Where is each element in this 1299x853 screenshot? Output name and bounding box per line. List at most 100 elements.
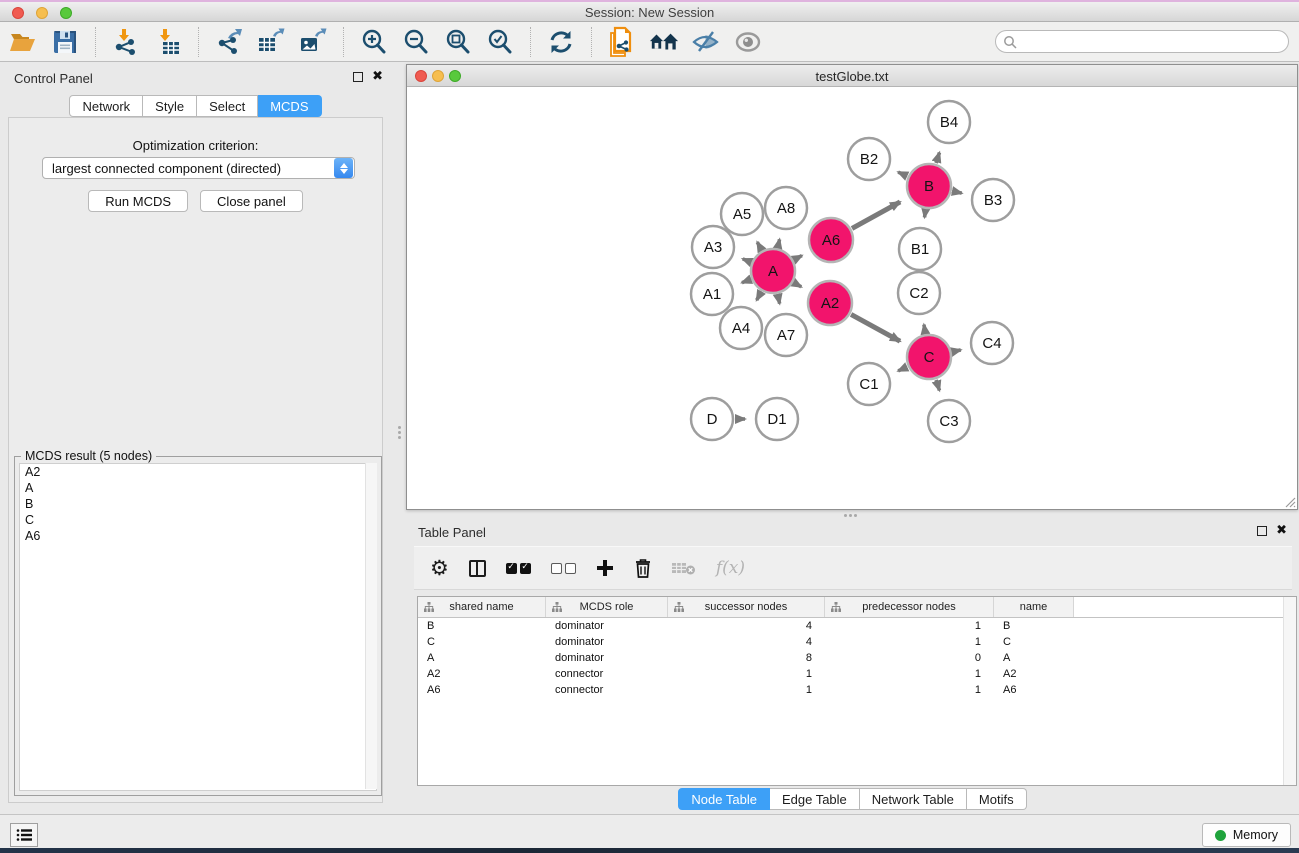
mcds-result-item[interactable]: C bbox=[20, 512, 376, 528]
table-row[interactable]: A2connector11A2 bbox=[418, 666, 1296, 682]
mcds-result-item[interactable]: A bbox=[20, 480, 376, 496]
node-A5[interactable]: A5 bbox=[721, 193, 763, 235]
node-A[interactable]: A bbox=[751, 249, 795, 293]
export-image-icon[interactable] bbox=[298, 27, 328, 57]
export-table-icon[interactable] bbox=[256, 27, 286, 57]
run-mcds-button[interactable]: Run MCDS bbox=[88, 190, 188, 212]
vertical-splitter-handle[interactable] bbox=[396, 424, 402, 440]
edge-A-A6[interactable] bbox=[794, 256, 802, 260]
edge-C-C3[interactable] bbox=[936, 380, 939, 391]
node-A1[interactable]: A1 bbox=[691, 273, 733, 315]
mcds-result-item[interactable]: A6 bbox=[20, 528, 376, 544]
node-C1[interactable]: C1 bbox=[848, 363, 890, 405]
show-column-panel-icon[interactable] bbox=[469, 560, 486, 577]
export-network-icon[interactable] bbox=[214, 27, 244, 57]
show-task-history-button[interactable] bbox=[10, 823, 38, 847]
close-table-panel-icon[interactable]: ✖ bbox=[1276, 526, 1287, 536]
horizontal-splitter-handle[interactable] bbox=[842, 512, 858, 518]
node-A8[interactable]: A8 bbox=[765, 187, 807, 229]
function-builder-icon[interactable]: f(x) bbox=[716, 558, 745, 578]
select-all-columns-icon[interactable] bbox=[506, 563, 531, 574]
network-canvas[interactable]: AA1A2A3A4A5A6A7A8BB1B2B3B4CC1C2C3C4DD1 bbox=[408, 88, 1296, 509]
search-input[interactable] bbox=[1017, 32, 1280, 51]
float-panel-icon[interactable] bbox=[353, 72, 363, 82]
delete-column-icon[interactable] bbox=[634, 558, 652, 578]
edge-A-A7[interactable] bbox=[778, 295, 780, 304]
node-C4[interactable]: C4 bbox=[971, 322, 1013, 364]
node-A3[interactable]: A3 bbox=[692, 226, 734, 268]
close-panel-button[interactable]: Close panel bbox=[200, 190, 303, 212]
edge-A-A5[interactable] bbox=[757, 242, 761, 250]
edge-A2-C[interactable] bbox=[851, 314, 900, 341]
node-A7[interactable]: A7 bbox=[765, 314, 807, 356]
tab-network[interactable]: Network bbox=[69, 95, 143, 117]
column-header-name[interactable]: name bbox=[994, 597, 1074, 617]
node-B2[interactable]: B2 bbox=[848, 138, 890, 180]
edge-A-A2[interactable] bbox=[794, 283, 801, 287]
table-row[interactable]: Bdominator41B bbox=[418, 618, 1296, 634]
table-row[interactable]: A6connector11A6 bbox=[418, 682, 1296, 698]
network-window-titlebar[interactable]: testGlobe.txt bbox=[407, 65, 1297, 87]
table-row[interactable]: Adominator80A bbox=[418, 650, 1296, 666]
close-panel-icon[interactable]: ✖ bbox=[372, 72, 383, 82]
tab-edge-table[interactable]: Edge Table bbox=[770, 788, 860, 810]
mcds-result-item[interactable]: B bbox=[20, 496, 376, 512]
edge-A6-B[interactable] bbox=[852, 202, 900, 228]
zoom-selected-icon[interactable] bbox=[485, 27, 515, 57]
refresh-icon[interactable] bbox=[546, 27, 576, 57]
import-network-icon[interactable] bbox=[111, 27, 141, 57]
tab-node-table[interactable]: Node Table bbox=[678, 788, 770, 810]
column-header-shared-name[interactable]: shared name bbox=[418, 597, 546, 617]
node-B[interactable]: B bbox=[907, 164, 951, 208]
open-file-icon[interactable] bbox=[8, 27, 38, 57]
hide-selected-icon[interactable] bbox=[691, 27, 721, 57]
edge-A-A8[interactable] bbox=[778, 239, 780, 247]
zoom-in-icon[interactable] bbox=[359, 27, 389, 57]
edge-B-B2[interactable] bbox=[898, 172, 907, 176]
node-C3[interactable]: C3 bbox=[928, 400, 970, 442]
tab-motifs[interactable]: Motifs bbox=[967, 788, 1027, 810]
column-header-predecessor-nodes[interactable]: predecessor nodes bbox=[825, 597, 994, 617]
table-settings-gear-icon[interactable]: ⚙ bbox=[430, 558, 449, 578]
first-neighbors-icon[interactable] bbox=[649, 27, 679, 57]
edge-A-A1[interactable] bbox=[742, 279, 751, 282]
tab-network-table[interactable]: Network Table bbox=[860, 788, 967, 810]
column-header-MCDS-role[interactable]: MCDS role bbox=[546, 597, 668, 617]
node-C2[interactable]: C2 bbox=[898, 272, 940, 314]
create-column-icon[interactable] bbox=[596, 559, 614, 577]
save-session-icon[interactable] bbox=[50, 27, 80, 57]
edge-C-C1[interactable] bbox=[898, 367, 907, 371]
node-A4[interactable]: A4 bbox=[720, 307, 762, 349]
mcds-result-item[interactable]: A2 bbox=[20, 464, 376, 480]
node-B1[interactable]: B1 bbox=[899, 228, 941, 270]
mcds-list-scrollbar[interactable] bbox=[365, 463, 377, 789]
unselect-all-columns-icon[interactable] bbox=[551, 563, 576, 574]
clone-network-icon[interactable] bbox=[607, 27, 637, 57]
edge-C-C4[interactable] bbox=[952, 350, 960, 352]
memory-button[interactable]: Memory bbox=[1202, 823, 1291, 847]
node-B3[interactable]: B3 bbox=[972, 179, 1014, 221]
node-D1[interactable]: D1 bbox=[756, 398, 798, 440]
edge-B-B1[interactable] bbox=[925, 210, 926, 218]
mcds-result-list[interactable]: A2ABCA6 bbox=[19, 463, 377, 791]
import-table-icon[interactable] bbox=[153, 27, 183, 57]
table-scrollbar[interactable] bbox=[1283, 597, 1296, 785]
edge-C-C2[interactable] bbox=[924, 325, 925, 334]
edge-A-A3[interactable] bbox=[743, 259, 751, 262]
tab-mcds[interactable]: MCDS bbox=[258, 95, 321, 117]
edge-B-B4[interactable] bbox=[936, 153, 939, 164]
zoom-out-icon[interactable] bbox=[401, 27, 431, 57]
edge-A-A4[interactable] bbox=[757, 292, 762, 300]
tab-style[interactable]: Style bbox=[143, 95, 197, 117]
node-A2[interactable]: A2 bbox=[808, 281, 852, 325]
node-A6[interactable]: A6 bbox=[809, 218, 853, 262]
edge-B-B3[interactable] bbox=[952, 191, 961, 193]
show-all-icon[interactable] bbox=[733, 27, 763, 57]
delete-table-icon[interactable] bbox=[672, 560, 696, 576]
node-B4[interactable]: B4 bbox=[928, 101, 970, 143]
node-D[interactable]: D bbox=[691, 398, 733, 440]
search-field[interactable] bbox=[995, 30, 1289, 53]
table-row[interactable]: Cdominator41C bbox=[418, 634, 1296, 650]
window-resize-grip[interactable] bbox=[1282, 494, 1296, 508]
float-table-panel-icon[interactable] bbox=[1257, 526, 1267, 536]
